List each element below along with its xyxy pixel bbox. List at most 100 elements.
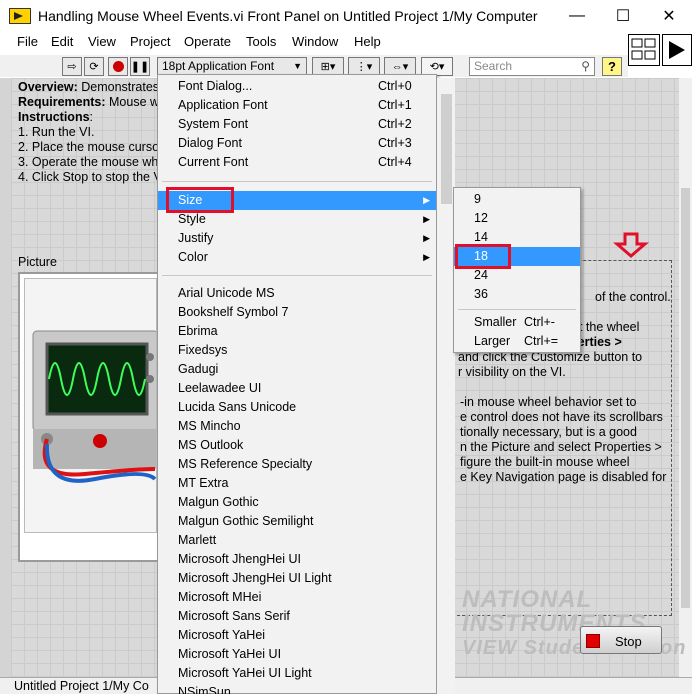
submenu-arrow-icon: ▶ xyxy=(423,252,430,262)
menu-bar: File Edit View Project Operate Tools Win… xyxy=(0,32,692,54)
menu-operate[interactable]: Operate xyxy=(184,34,231,49)
font-list-item[interactable]: Microsoft JhengHei UI Light xyxy=(158,569,436,588)
minimize-button[interactable]: — xyxy=(554,0,600,32)
font-list-item[interactable]: Malgun Gothic xyxy=(158,493,436,512)
font-list-item[interactable]: Leelawadee UI xyxy=(158,379,436,398)
font-list-item[interactable]: Lucida Sans Unicode xyxy=(158,398,436,417)
font-name: Leelawadee UI xyxy=(178,381,262,395)
scrollbar-thumb[interactable] xyxy=(681,188,690,608)
font-name: Malgun Gothic Semilight xyxy=(178,514,314,528)
font-name: Bookshelf Symbol 7 xyxy=(178,305,289,319)
font-name: Fixedsys xyxy=(178,343,228,357)
font-name: Gadugi xyxy=(178,362,219,376)
size-submenu: 9 12 14 18 24 36 Smaller Ctrl+- Larger Ctr… xyxy=(453,187,581,353)
font-list-item[interactable]: Malgun Gothic Semilight xyxy=(158,512,436,531)
menu-item-justify[interactable]: Justify ▶ xyxy=(158,229,436,248)
scrollbar-thumb[interactable] xyxy=(441,94,452,204)
menu-item-smaller[interactable]: Smaller Ctrl+- xyxy=(454,313,580,332)
menu-item-font-dialog[interactable]: Font Dialog... Ctrl+0 xyxy=(158,77,436,96)
vi-icon[interactable] xyxy=(628,34,660,66)
font-name: NSimSun xyxy=(178,685,231,694)
menu-view[interactable]: View xyxy=(88,34,116,49)
submenu-arrow-icon: ▶ xyxy=(423,233,430,243)
run-continuously-icon[interactable]: ⟳ xyxy=(84,57,104,76)
size-highlight-annotation xyxy=(166,187,234,213)
picture-control[interactable] xyxy=(18,272,163,562)
font-name: Ebrima xyxy=(178,324,218,338)
submenu-arrow-icon: ▶ xyxy=(423,195,430,205)
font-list-item[interactable]: MS Reference Specialty xyxy=(158,455,436,474)
menu-item-system-font[interactable]: System Font Ctrl+2 xyxy=(158,115,436,134)
font-list-item[interactable]: Microsoft JhengHei UI xyxy=(158,550,436,569)
pause-icon[interactable]: ❚❚ xyxy=(130,57,150,76)
font-list-item[interactable]: Microsoft YaHei xyxy=(158,626,436,645)
submenu-arrow-icon: ▶ xyxy=(423,214,430,224)
size-option-9[interactable]: 9 xyxy=(454,190,580,209)
chevron-down-icon: ▼ xyxy=(293,61,302,71)
font-list-item[interactable]: MT Extra xyxy=(158,474,436,493)
font-list-item[interactable]: MS Outlook xyxy=(158,436,436,455)
font-list-item[interactable]: NSimSun xyxy=(158,683,436,694)
project-path: Untitled Project 1/My Co xyxy=(14,679,149,693)
font-name: Microsoft Sans Serif xyxy=(178,609,290,623)
font-list-item[interactable]: Ebrima xyxy=(158,322,436,341)
font-name: Microsoft JhengHei UI xyxy=(178,552,301,566)
menu-item-current-font[interactable]: Current Font Ctrl+4 xyxy=(158,153,436,172)
font-list-item[interactable]: Microsoft YaHei UI Light xyxy=(158,664,436,683)
font-selector-value: 18pt Application Font xyxy=(162,59,275,73)
font-name: Microsoft YaHei UI xyxy=(178,647,282,661)
font-list-item[interactable]: Microsoft Sans Serif xyxy=(158,607,436,626)
menu-file[interactable]: File xyxy=(17,34,38,49)
menu-item-dialog-font[interactable]: Dialog Font Ctrl+3 xyxy=(158,134,436,153)
oscilloscope-image xyxy=(24,278,157,533)
stop-button-label: Stop xyxy=(615,634,642,649)
menu-tools[interactable]: Tools xyxy=(246,34,276,49)
menu-item-application-font[interactable]: Application Font Ctrl+1 xyxy=(158,96,436,115)
font-list-item[interactable]: Bookshelf Symbol 7 xyxy=(158,303,436,322)
menu-item-color[interactable]: Color ▶ xyxy=(158,248,436,267)
font-menu: Font Dialog... Ctrl+0 Application Font Ctr… xyxy=(157,74,437,694)
font-name: Marlett xyxy=(178,533,217,547)
connector-pane-icon[interactable] xyxy=(662,34,692,66)
search-icon: ⚲ xyxy=(581,59,590,73)
font-list-item[interactable]: Marlett xyxy=(158,531,436,550)
menu-edit[interactable]: Edit xyxy=(51,34,73,49)
red-down-arrow-icon xyxy=(613,232,649,258)
maximize-button[interactable]: ☐ xyxy=(600,0,646,32)
font-name: MT Extra xyxy=(178,476,229,490)
overview-text: Overview: Demonstrates Requirements: Mou… xyxy=(18,80,162,184)
close-button[interactable]: ✕ xyxy=(646,0,692,32)
font-name: Microsoft YaHei UI Light xyxy=(178,666,312,680)
font-name: Microsoft JhengHei UI Light xyxy=(178,571,332,585)
font-list-item[interactable]: Fixedsys xyxy=(158,341,436,360)
menu-window[interactable]: Window xyxy=(292,34,338,49)
size-option-12[interactable]: 12 xyxy=(454,209,580,228)
font-name: Lucida Sans Unicode xyxy=(178,400,297,414)
menu-item-larger[interactable]: Larger Ctrl+= xyxy=(454,332,580,351)
font-list-item[interactable]: Microsoft MHei xyxy=(158,588,436,607)
abort-icon[interactable] xyxy=(108,57,128,76)
labview-app-icon xyxy=(9,8,31,24)
menu-separator xyxy=(162,181,432,182)
menu-help[interactable]: Help xyxy=(354,34,381,49)
font-name: MS Outlook xyxy=(178,438,244,452)
font-list-item[interactable]: Gadugi xyxy=(158,360,436,379)
stop-button[interactable]: Stop xyxy=(580,626,662,654)
menu-project[interactable]: Project xyxy=(130,34,170,49)
stop-led-icon xyxy=(586,634,600,648)
menu-separator xyxy=(162,275,432,276)
search-input[interactable]: Search ⚲ xyxy=(469,57,595,76)
font-name: MS Reference Specialty xyxy=(178,457,313,471)
size-option-36[interactable]: 36 xyxy=(454,285,580,304)
font-name: Microsoft YaHei xyxy=(178,628,266,642)
font-menu-scrollbar[interactable] xyxy=(437,78,455,694)
font-name: Arial Unicode MS xyxy=(178,286,275,300)
size-18-highlight-annotation xyxy=(455,244,511,269)
font-list-item[interactable]: Microsoft YaHei UI xyxy=(158,645,436,664)
search-placeholder: Search xyxy=(474,59,513,73)
run-arrow-icon[interactable]: ⇨ xyxy=(62,57,82,76)
help-button[interactable]: ? xyxy=(602,57,622,76)
font-list-item[interactable]: Arial Unicode MS xyxy=(158,284,436,303)
title-bar: Handling Mouse Wheel Events.vi Front Pan… xyxy=(0,0,692,32)
font-list-item[interactable]: MS Mincho xyxy=(158,417,436,436)
